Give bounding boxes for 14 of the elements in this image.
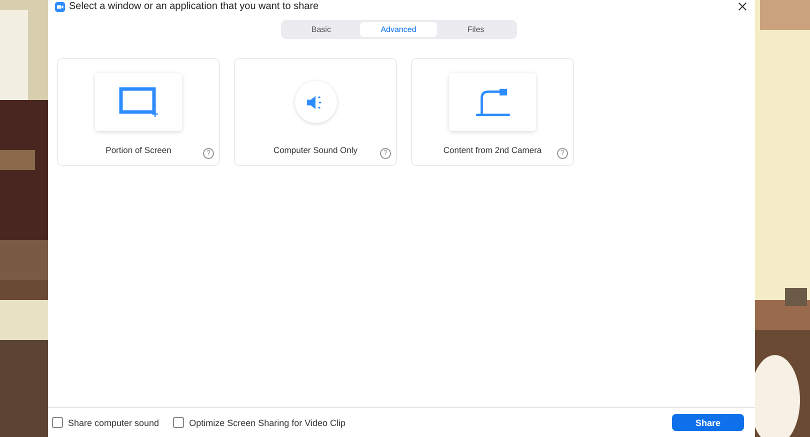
option-label: Portion of Screen: [106, 145, 172, 155]
selection-rectangle-icon: [118, 87, 158, 117]
tab[interactable]: Files: [437, 22, 514, 37]
tab[interactable]: Basic: [282, 22, 360, 37]
share-button[interactable]: Share: [672, 414, 744, 431]
checkbox-label: Share computer sound: [68, 418, 160, 428]
option-label: Content from 2nd Camera: [443, 145, 542, 155]
window-title: Select a window or an application that you want to share: [69, 1, 320, 12]
checkbox[interactable]: [52, 417, 63, 428]
option-label: Computer Sound Only: [273, 145, 358, 155]
close-icon[interactable]: [738, 2, 747, 11]
tab[interactable]: Advanced: [360, 22, 438, 37]
checkbox-label: Optimize Screen Sharing for Video Clip: [189, 418, 346, 428]
checkbox[interactable]: [173, 417, 184, 428]
